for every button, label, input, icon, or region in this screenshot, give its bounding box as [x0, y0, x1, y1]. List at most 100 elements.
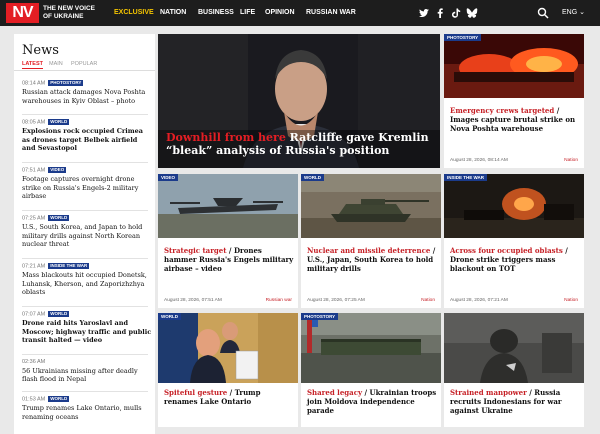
news-time: 08:05 AM	[22, 119, 46, 126]
news-title[interactable]: Russian attack damages Nova Poshta wareh…	[22, 88, 152, 105]
search-icon[interactable]	[537, 7, 549, 19]
tab-divider	[14, 70, 155, 71]
top-nav-bar: NV THE NEW VOICE OF UKRAINE EXCLUSIVE NA…	[0, 0, 600, 26]
article-category[interactable]: Nation	[421, 298, 435, 304]
nav-exclusive[interactable]: EXCLUSIVE	[114, 0, 154, 26]
tab-popular[interactable]: POPULAR	[71, 61, 97, 68]
twitter-icon[interactable]	[418, 7, 430, 19]
nv-logo[interactable]: NV	[6, 3, 39, 23]
article-card[interactable]: VIDEO Strategic target / Drones hammer R…	[158, 174, 298, 308]
headline-highlight: Shared legacy	[307, 388, 363, 397]
news-item[interactable]: 02:36 AM 56 Ukrainians missing after dea…	[22, 359, 152, 384]
category-badge: WORLD	[158, 313, 181, 320]
news-title[interactable]: Explosions rock occupied Crimea as drone…	[22, 127, 152, 152]
article-card[interactable]: WORLD Spiteful gesture / Trump renames L…	[158, 313, 298, 427]
nav-life[interactable]: LIFE	[240, 0, 255, 26]
divider	[22, 306, 148, 307]
news-item[interactable]: 08:05 AM WORLD Explosions rock occupied C…	[22, 119, 152, 152]
news-time: 07:21 AM	[22, 263, 46, 270]
news-badge: INSIDE THE WAR	[48, 263, 90, 269]
divider	[22, 354, 148, 355]
headline-highlight: Nuclear and missile deterrence	[307, 246, 431, 255]
news-time: 02:36 AM	[22, 359, 46, 365]
news-item[interactable]: 07:25 AM WORLD U.S., South Korea, and Jap…	[22, 215, 152, 248]
news-item[interactable]: 07:07 AM WORLD Drone raid hits Yaroslavl …	[22, 311, 152, 344]
article-headline[interactable]: Strategic target / Drones hammer Russia'…	[164, 246, 294, 273]
article-headline[interactable]: Shared legacy / Ukrainian troops join Mo…	[307, 388, 437, 415]
article-headline[interactable]: Emergency crews targeted / Images captur…	[450, 106, 580, 133]
article-headline[interactable]: Spiteful gesture / Trump renames Lake On…	[164, 388, 294, 406]
article-photo	[301, 174, 441, 238]
tiktok-icon[interactable]	[450, 7, 462, 19]
news-time: 01:53 AM	[22, 396, 46, 403]
news-item[interactable]: 07:21 AM INSIDE THE WAR Mass blackouts hi…	[22, 263, 152, 296]
divider	[22, 162, 148, 163]
headline-highlight: Spiteful gesture	[164, 388, 228, 397]
tab-latest[interactable]: LATEST	[22, 61, 43, 69]
logo-subtitle: THE NEW VOICE OF UKRAINE	[43, 5, 96, 20]
news-title[interactable]: 56 Ukrainians missing after deadly flash…	[22, 367, 152, 384]
category-badge: INSIDE THE WAR	[444, 174, 488, 181]
news-title[interactable]: U.S., South Korea, and Japan to hold mil…	[22, 223, 152, 248]
article-photo	[158, 313, 298, 383]
article-category[interactable]: Nation	[564, 158, 578, 164]
divider	[22, 114, 148, 115]
news-title[interactable]: Mass blackouts hit occupied Donetsk, Luh…	[22, 271, 152, 296]
article-date: August 28, 2026, 07:25 AM	[307, 298, 365, 303]
news-badge: PHOTOSTORY	[48, 80, 84, 86]
bluesky-icon[interactable]	[466, 7, 478, 19]
article-photo	[301, 313, 441, 383]
category-badge: VIDEO	[158, 174, 179, 181]
article-category[interactable]: Nation	[564, 298, 578, 304]
hero-card[interactable]: Downhill from here Ratcliffe gave Kremli…	[158, 34, 440, 168]
divider	[22, 210, 148, 211]
category-badge: PHOTOSTORY	[301, 313, 339, 320]
headline-highlight: Strained manpower	[450, 388, 527, 397]
news-heading: News	[22, 43, 59, 58]
nav-russian-war[interactable]: RUSSIAN WAR	[306, 0, 356, 26]
article-photo	[158, 174, 298, 238]
hero-headline[interactable]: Downhill from here Ratcliffe gave Kremli…	[166, 131, 436, 157]
article-photo	[444, 313, 584, 383]
news-badge: WORLD	[48, 311, 70, 317]
divider	[22, 258, 148, 259]
news-time: 08:14 AM	[22, 80, 46, 87]
article-card[interactable]: INSIDE THE WAR Across four occupied obla…	[444, 174, 584, 308]
chevron-down-icon: ⌄	[579, 9, 585, 16]
article-headline[interactable]: Across four occupied oblasts / Drone str…	[450, 246, 580, 273]
article-card[interactable]: PHOTOSTORY Shared legacy / Ukrainian tro…	[301, 313, 441, 427]
language-label: ENG	[562, 9, 578, 16]
category-badge: PHOTOSTORY	[444, 34, 482, 41]
nav-opinion[interactable]: OPINION	[265, 0, 295, 26]
article-date: August 28, 2026, 08:14 AM	[450, 158, 508, 163]
news-title[interactable]: Drone raid hits Yaroslavl and Moscow; hi…	[22, 319, 152, 344]
news-time: 07:07 AM	[22, 311, 46, 318]
article-headline[interactable]: Nuclear and missile deterrence / U.S., J…	[307, 246, 437, 273]
news-title[interactable]: Footage captures overnight drone strike …	[22, 175, 152, 200]
headline-rest: Images capture brutal strike on Nova Pos…	[450, 115, 576, 133]
news-title[interactable]: Trump renames Lake Ontario, mulls renami…	[22, 404, 152, 421]
news-item[interactable]: 07:51 AM VIDEO Footage captures overnight…	[22, 167, 152, 200]
article-card[interactable]: PHOTOSTORY Emergency crews targeted / Im…	[444, 34, 584, 168]
headline-rest: Drone strike triggers mass blackout on T…	[450, 255, 556, 273]
article-card[interactable]: WORLD Nuclear and missile deterrence / U…	[301, 174, 441, 308]
language-selector[interactable]: ENG ⌄	[562, 0, 585, 26]
hero-highlight: Downhill from here	[166, 131, 286, 144]
article-category[interactable]: Russian war	[266, 298, 292, 304]
news-time: 07:25 AM	[22, 215, 46, 222]
news-item[interactable]: 01:53 AM WORLD Trump renames Lake Ontario…	[22, 396, 152, 421]
news-badge: WORLD	[48, 396, 70, 402]
news-item[interactable]: 08:14 AM PHOTOSTORY Russian attack damage…	[22, 80, 152, 105]
news-badge: VIDEO	[48, 167, 67, 173]
news-badge: WORLD	[48, 119, 70, 125]
headline-highlight: Strategic target	[164, 246, 227, 255]
article-photo	[444, 34, 584, 98]
facebook-icon[interactable]	[434, 7, 446, 19]
article-card[interactable]: Strained manpower / Russia recruits Indo…	[444, 313, 584, 427]
article-headline[interactable]: Strained manpower / Russia recruits Indo…	[450, 388, 580, 415]
divider	[22, 391, 148, 392]
tab-main[interactable]: MAIN	[49, 61, 63, 68]
nav-business[interactable]: BUSINESS	[198, 0, 234, 26]
headline-highlight: Across four occupied oblasts	[450, 246, 563, 255]
nav-nation[interactable]: NATION	[160, 0, 186, 26]
